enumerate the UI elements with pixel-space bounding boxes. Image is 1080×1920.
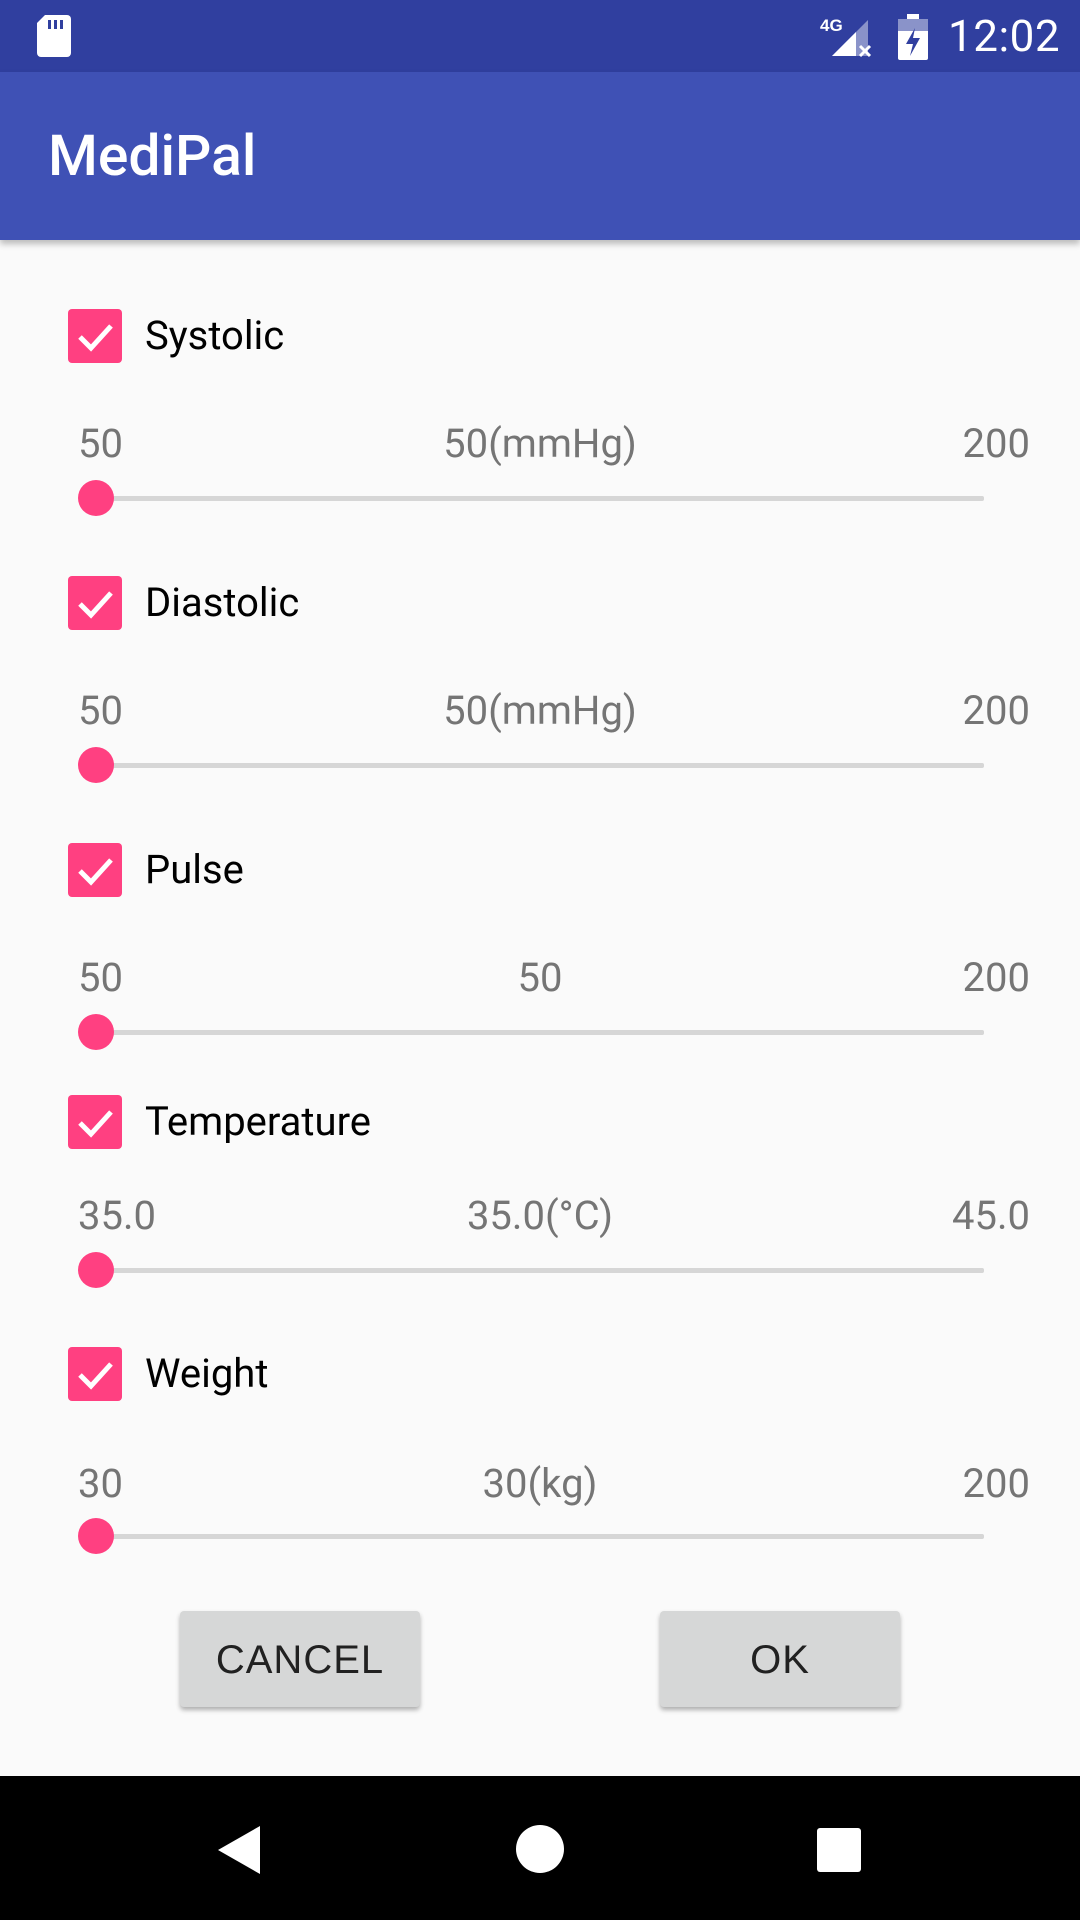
label-diastolic: Diastolic <box>145 579 300 626</box>
checkmark-icon <box>78 324 113 352</box>
slider-thumb-temperature[interactable] <box>78 1252 114 1288</box>
label-weight: Weight <box>145 1350 269 1397</box>
slider-thumb-weight[interactable] <box>78 1518 114 1554</box>
range-max-temperature: 45.0 <box>952 1192 1030 1239</box>
label-temperature: Temperature <box>145 1098 371 1145</box>
signal-no-service-icon: 4G <box>820 16 872 58</box>
ok-button[interactable]: OK <box>660 1611 900 1707</box>
status-bar: 4G 12:02 <box>0 0 1080 72</box>
checkmark-icon <box>78 1110 113 1138</box>
checkmark-icon <box>78 591 113 619</box>
back-icon[interactable] <box>216 1824 264 1876</box>
range-max-weight: 200 <box>962 1460 1030 1507</box>
slider-thumb-systolic[interactable] <box>78 480 114 516</box>
range-max-pulse: 200 <box>962 954 1030 1001</box>
range-max-diastolic: 200 <box>962 687 1030 734</box>
sd-card-icon <box>37 15 71 57</box>
slider-pulse[interactable] <box>96 1030 984 1035</box>
slider-weight[interactable] <box>96 1534 984 1539</box>
slider-thumb-diastolic[interactable] <box>78 747 114 783</box>
status-clock: 12:02 <box>948 10 1061 62</box>
network-type-label: 4G <box>820 16 843 35</box>
app-title: MediPal <box>48 122 257 189</box>
range-current-systolic: 50(mmHg) <box>443 420 637 467</box>
app-bar: MediPal <box>0 72 1080 240</box>
checkmark-icon <box>78 858 113 886</box>
checkmark-icon <box>78 1362 113 1390</box>
battery-charging-icon <box>898 14 928 60</box>
range-current-diastolic: 50(mmHg) <box>443 687 637 734</box>
slider-systolic[interactable] <box>96 496 984 501</box>
checkbox-temperature[interactable] <box>68 1095 122 1149</box>
recents-icon[interactable] <box>817 1828 861 1872</box>
range-current-weight: 30(kg) <box>482 1460 598 1507</box>
checkbox-weight[interactable] <box>68 1347 122 1401</box>
slider-thumb-pulse[interactable] <box>78 1014 114 1050</box>
checkbox-pulse[interactable] <box>68 843 122 897</box>
checkbox-systolic[interactable] <box>68 309 122 363</box>
range-current-temperature: 35.0(°C) <box>466 1192 614 1239</box>
label-systolic: Systolic <box>145 312 285 359</box>
range-max-systolic: 200 <box>962 420 1030 467</box>
slider-temperature[interactable] <box>96 1268 984 1273</box>
range-current-pulse: 50 <box>517 954 563 1001</box>
slider-diastolic[interactable] <box>96 763 984 768</box>
home-icon[interactable] <box>516 1825 564 1873</box>
navigation-bar <box>0 1776 1080 1920</box>
cancel-button[interactable]: CANCEL <box>180 1611 420 1707</box>
checkbox-diastolic[interactable] <box>68 576 122 630</box>
label-pulse: Pulse <box>145 846 244 893</box>
filter-dialog: Systolic 50 50(mmHg) 200 Diastolic 50 50… <box>0 240 1080 1776</box>
